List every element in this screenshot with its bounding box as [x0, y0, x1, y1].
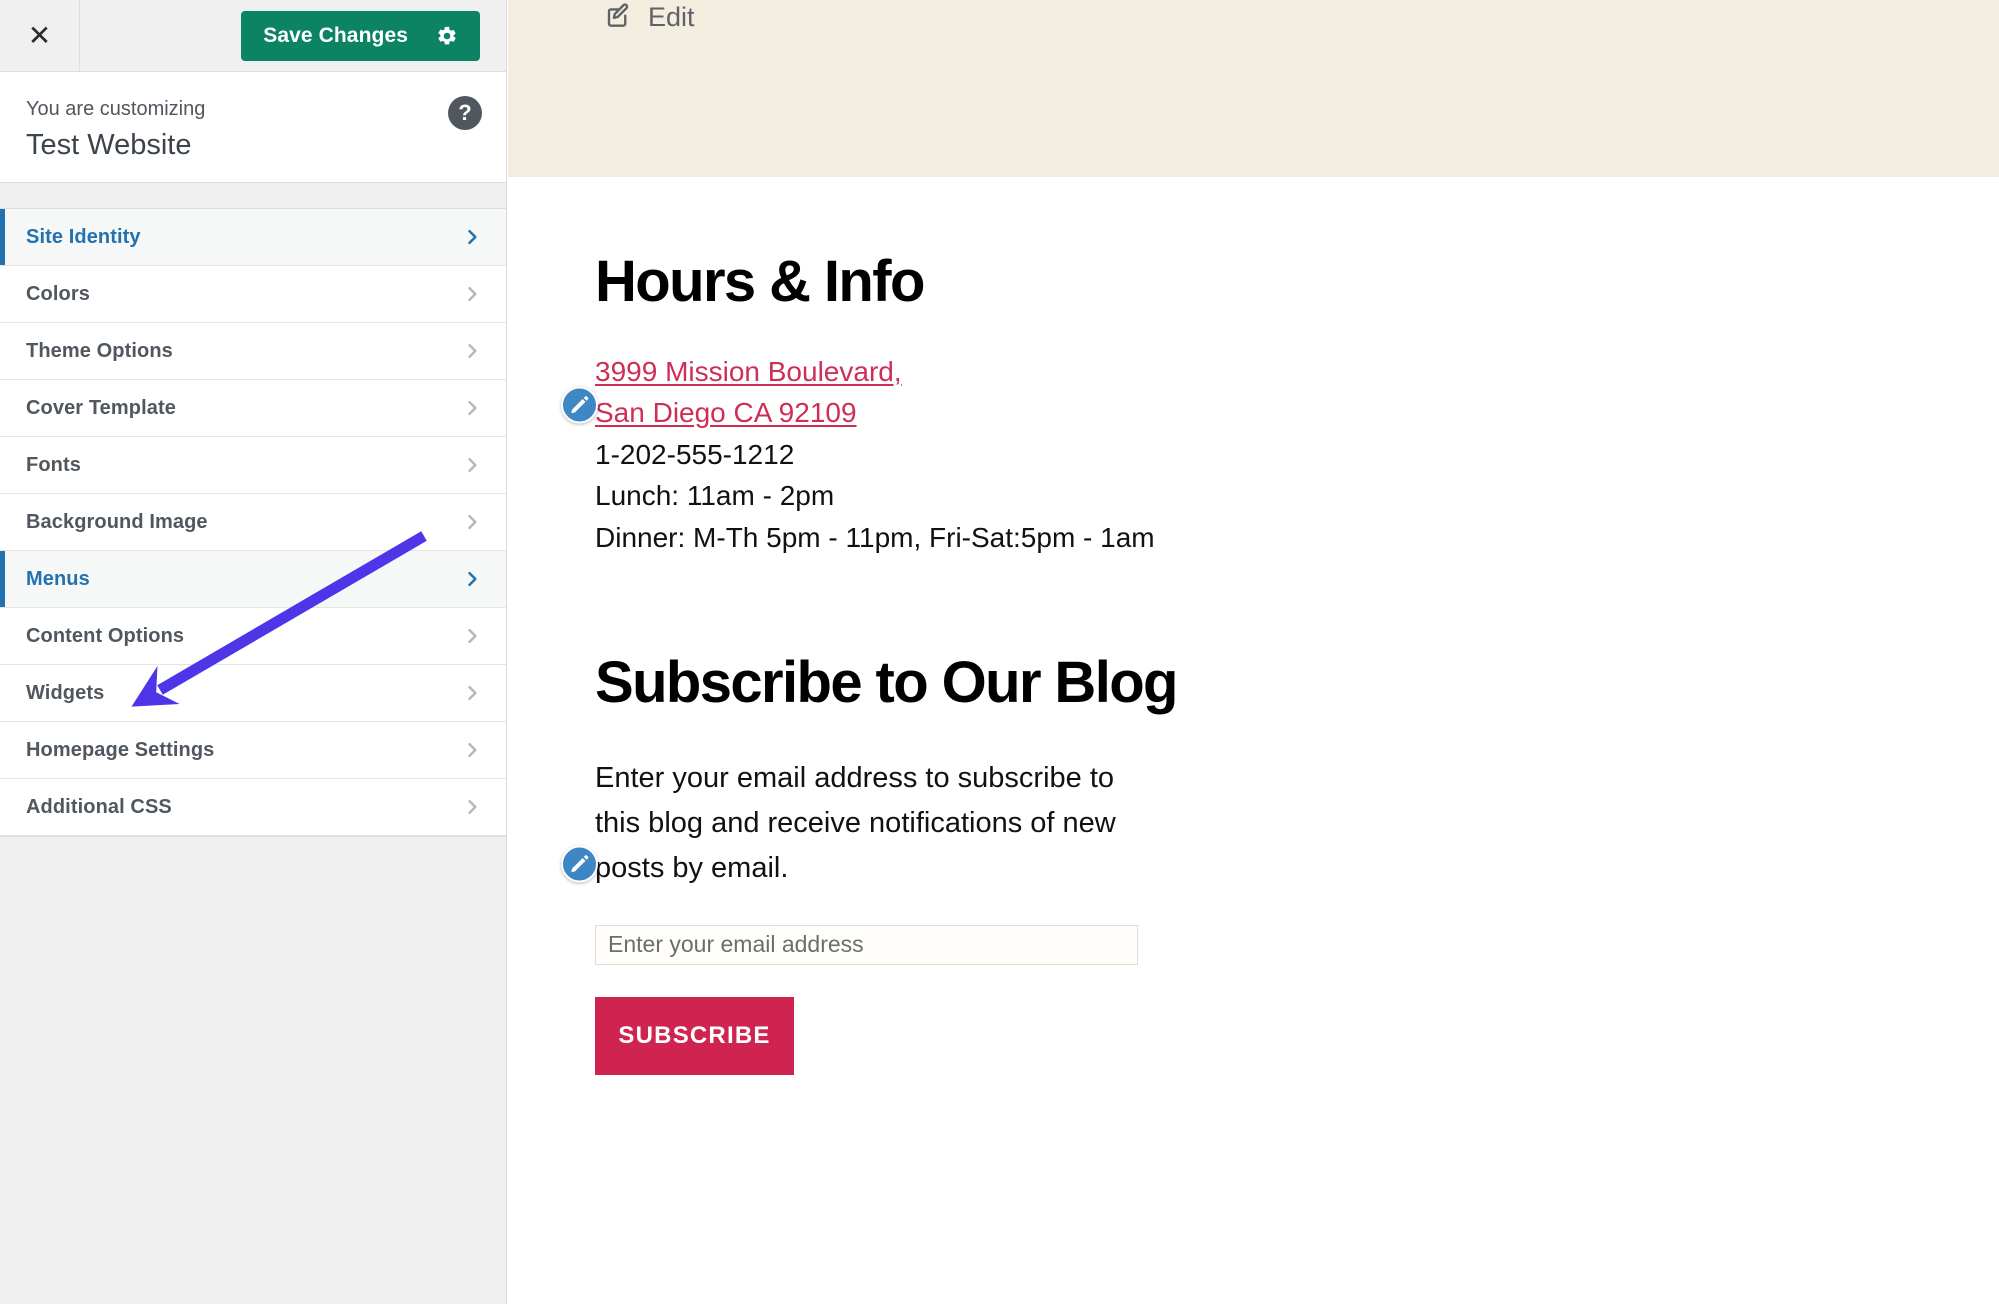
chevron-right-icon [462, 284, 482, 304]
save-changes-button[interactable]: Save Changes [241, 11, 480, 61]
address-link-line-1[interactable]: 3999 Mission Boulevard, [595, 356, 902, 387]
hours-details: 3999 Mission Boulevard, San Diego CA 921… [595, 351, 1999, 558]
edit-link-label: Edit [648, 2, 695, 32]
sidebar-item-homepage-settings[interactable]: Homepage Settings [0, 722, 506, 779]
help-icon[interactable]: ? [448, 96, 482, 130]
sidebar-item-label: Colors [26, 282, 90, 305]
sidebar-item-label: Homepage Settings [26, 738, 215, 761]
chevron-right-icon [462, 797, 482, 817]
sidebar-item-cover-template[interactable]: Cover Template [0, 380, 506, 437]
sidebar-item-fonts[interactable]: Fonts [0, 437, 506, 494]
chevron-right-icon [462, 626, 482, 646]
address-line-1-row: 3999 Mission Boulevard, [595, 351, 1999, 392]
chevron-right-icon [462, 740, 482, 760]
phone-number: 1-202-555-1212 [595, 438, 795, 470]
sidebar-item-label: Background Image [26, 510, 208, 533]
subscribe-widget-title: Subscribe to Our Blog [595, 650, 1178, 716]
subscribe-widget: Subscribe to Our Blog Enter your email a… [561, 650, 1999, 1075]
sidebar-panel-gap [0, 183, 506, 209]
sidebar-empty-area [0, 836, 506, 1304]
sidebar-item-label: Fonts [26, 453, 81, 476]
sidebar-item-label: Widgets [26, 681, 105, 704]
chevron-right-icon [462, 569, 482, 589]
sidebar-item-label: Additional CSS [26, 795, 172, 818]
sidebar-item-theme-options[interactable]: Theme Options [0, 323, 506, 380]
customizing-eyebrow: You are customizing [26, 98, 206, 120]
site-name: Test Website [26, 129, 192, 161]
customizer-screen: ✕ Save Changes You are customizing Test … [0, 0, 1999, 1304]
sidebar-item-site-identity[interactable]: Site Identity [0, 209, 506, 266]
address-link-line-2[interactable]: San Diego CA 92109 [595, 397, 857, 428]
chevron-right-icon [462, 683, 482, 703]
sidebar-item-background-image[interactable]: Background Image [0, 494, 506, 551]
edit-pencil-square-icon [604, 0, 634, 35]
lunch-hours: Lunch: 11am - 2pm [595, 480, 835, 512]
sidebar-item-additional-css[interactable]: Additional CSS [0, 779, 506, 836]
hours-and-info-widget: Hours & Info 3999 Mission Boulevard, San… [561, 249, 1999, 558]
sidebar-item-content-options[interactable]: Content Options [0, 608, 506, 665]
hours-widget-title: Hours & Info [595, 249, 925, 314]
customizer-sidebar: ✕ Save Changes You are customizing Test … [0, 0, 507, 1304]
email-field[interactable] [595, 924, 1138, 965]
sidebar-item-menus[interactable]: Menus [0, 551, 506, 608]
gear-icon[interactable] [436, 25, 458, 47]
customizer-topbar: ✕ Save Changes [0, 0, 506, 72]
site-preview-pane: Edit Hours & Info 3999 Mission Boulevard… [508, 0, 1999, 1304]
chevron-right-icon [462, 227, 482, 247]
sidebar-item-colors[interactable]: Colors [0, 266, 506, 323]
close-customizer-button[interactable]: ✕ [0, 0, 80, 71]
sidebar-item-label: Menus [26, 567, 90, 590]
edit-pencil-icon[interactable] [561, 386, 598, 424]
preview-body: Hours & Info 3999 Mission Boulevard, San… [508, 249, 1999, 1075]
preview-header-band: Edit [508, 0, 1999, 177]
close-icon: ✕ [27, 18, 52, 52]
subscribe-button[interactable]: SUBSCRIBE [595, 996, 794, 1075]
chevron-right-icon [462, 512, 482, 532]
chevron-right-icon [462, 455, 482, 475]
sidebar-item-widgets[interactable]: Widgets [0, 665, 506, 722]
sidebar-item-label: Theme Options [26, 339, 173, 362]
sidebar-item-label: Site Identity [26, 225, 141, 248]
sidebar-item-label: Cover Template [26, 396, 176, 419]
dinner-hours: Dinner: M-Th 5pm - 11pm, Fri-Sat:5pm - 1… [595, 521, 1155, 553]
sidebar-item-label: Content Options [26, 624, 185, 647]
help-icon-glyph: ? [458, 100, 472, 125]
address-line-2-row: San Diego CA 92109 [595, 392, 1999, 433]
customizer-header: You are customizing Test Website ? [0, 72, 506, 183]
save-changes-label: Save Changes [263, 24, 408, 47]
edit-link[interactable]: Edit [604, 0, 695, 35]
subscribe-description: Enter your email address to subscribe to… [595, 761, 1116, 884]
subscribe-heading-row: Subscribe to Our Blog [561, 650, 1999, 883]
customizer-section-list: Site Identity Colors Theme Options Cover Te… [0, 209, 506, 836]
chevron-right-icon [462, 341, 482, 361]
hours-heading-row: Hours & Info [561, 249, 1999, 424]
edit-pencil-icon[interactable] [561, 845, 598, 883]
chevron-right-icon [462, 398, 482, 418]
